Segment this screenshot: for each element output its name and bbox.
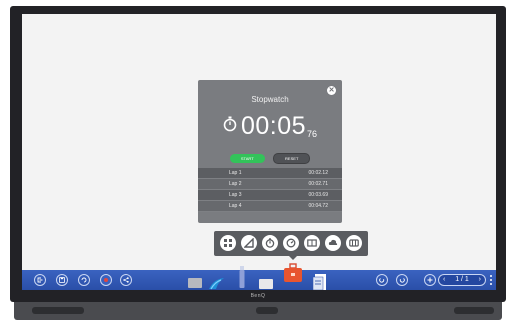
calculator-icon[interactable] <box>220 235 236 251</box>
lap-row: Lap 2 00:02.71 <box>198 179 342 190</box>
lap-name: Lap 2 <box>229 181 242 187</box>
lap-name: Lap 1 <box>229 170 242 176</box>
pen-tool-icon[interactable] <box>208 276 226 290</box>
record-icon[interactable] <box>100 274 112 286</box>
exit-icon[interactable] <box>34 274 46 286</box>
more-icon[interactable] <box>490 274 493 286</box>
lap-row: Lap 4 00:04.72 <box>198 201 342 212</box>
time-main: 00:05 <box>240 112 307 140</box>
port-slot-right <box>454 307 494 314</box>
rotate-icon[interactable] <box>78 274 90 286</box>
stopwatch-time: 00:0576 <box>198 112 342 141</box>
lap-row: Lap 1 00:02.12 <box>198 168 342 179</box>
select-tool-icon[interactable] <box>188 278 202 288</box>
save-icon[interactable] <box>56 274 68 286</box>
protractor-icon[interactable] <box>241 235 257 251</box>
tools-popup <box>214 231 368 260</box>
timer-icon[interactable] <box>283 235 299 251</box>
stopwatch-title: Stopwatch <box>251 95 289 104</box>
lap-list: Lap 1 00:02.12 Lap 2 00:02.71 Lap 3 00:03.6… <box>198 168 342 220</box>
reset-button[interactable]: RESET <box>273 153 311 164</box>
next-page-icon[interactable]: › <box>479 275 481 285</box>
start-button[interactable]: START <box>229 154 265 163</box>
brand-logo: BenQ <box>250 293 266 299</box>
stopwatch-tool-icon[interactable] <box>262 235 278 251</box>
lap-name: Lap 4 <box>229 203 242 209</box>
document-icon[interactable] <box>312 274 327 290</box>
cloud-icon[interactable] <box>325 235 341 251</box>
lap-time: 00:04.72 <box>308 203 328 209</box>
port-slot-center <box>256 307 278 314</box>
lap-time: 00:02.71 <box>308 181 328 187</box>
page-navigator: ‹ 1 / 1 › <box>438 274 486 286</box>
time-milliseconds: 76 <box>307 128 318 139</box>
whiteboard-screen[interactable]: ✕ Stopwatch 00:0576 START RESET Lap 1 00:… <box>22 14 496 290</box>
toolbox-icon[interactable] <box>283 263 303 283</box>
lap-time: 00:02.12 <box>308 170 328 176</box>
widget-icon[interactable] <box>346 235 362 251</box>
stopwatch-panel: ✕ Stopwatch 00:0576 START RESET Lap 1 00:… <box>198 80 342 223</box>
prev-page-icon[interactable]: ‹ <box>443 275 445 285</box>
spotlight-icon[interactable] <box>304 235 320 251</box>
add-page-icon[interactable] <box>424 274 436 286</box>
taskbar: ‹ 1 / 1 › <box>22 263 496 290</box>
redo-icon[interactable] <box>396 274 408 286</box>
port-slot-left <box>32 307 84 314</box>
display-stand <box>14 302 502 320</box>
lap-name: Lap 3 <box>229 192 242 198</box>
undo-icon[interactable] <box>376 274 388 286</box>
lap-row: Lap 3 00:03.69 <box>198 190 342 201</box>
marker-tool-icon[interactable] <box>239 266 245 288</box>
page-indicator: 1 / 1 <box>455 276 469 283</box>
close-icon[interactable]: ✕ <box>327 86 336 95</box>
eraser-tool-icon[interactable] <box>259 279 273 289</box>
share-icon[interactable] <box>120 274 132 286</box>
popup-pointer <box>289 256 297 260</box>
lap-time: 00:03.69 <box>308 192 328 198</box>
stopwatch-icon <box>223 116 237 137</box>
